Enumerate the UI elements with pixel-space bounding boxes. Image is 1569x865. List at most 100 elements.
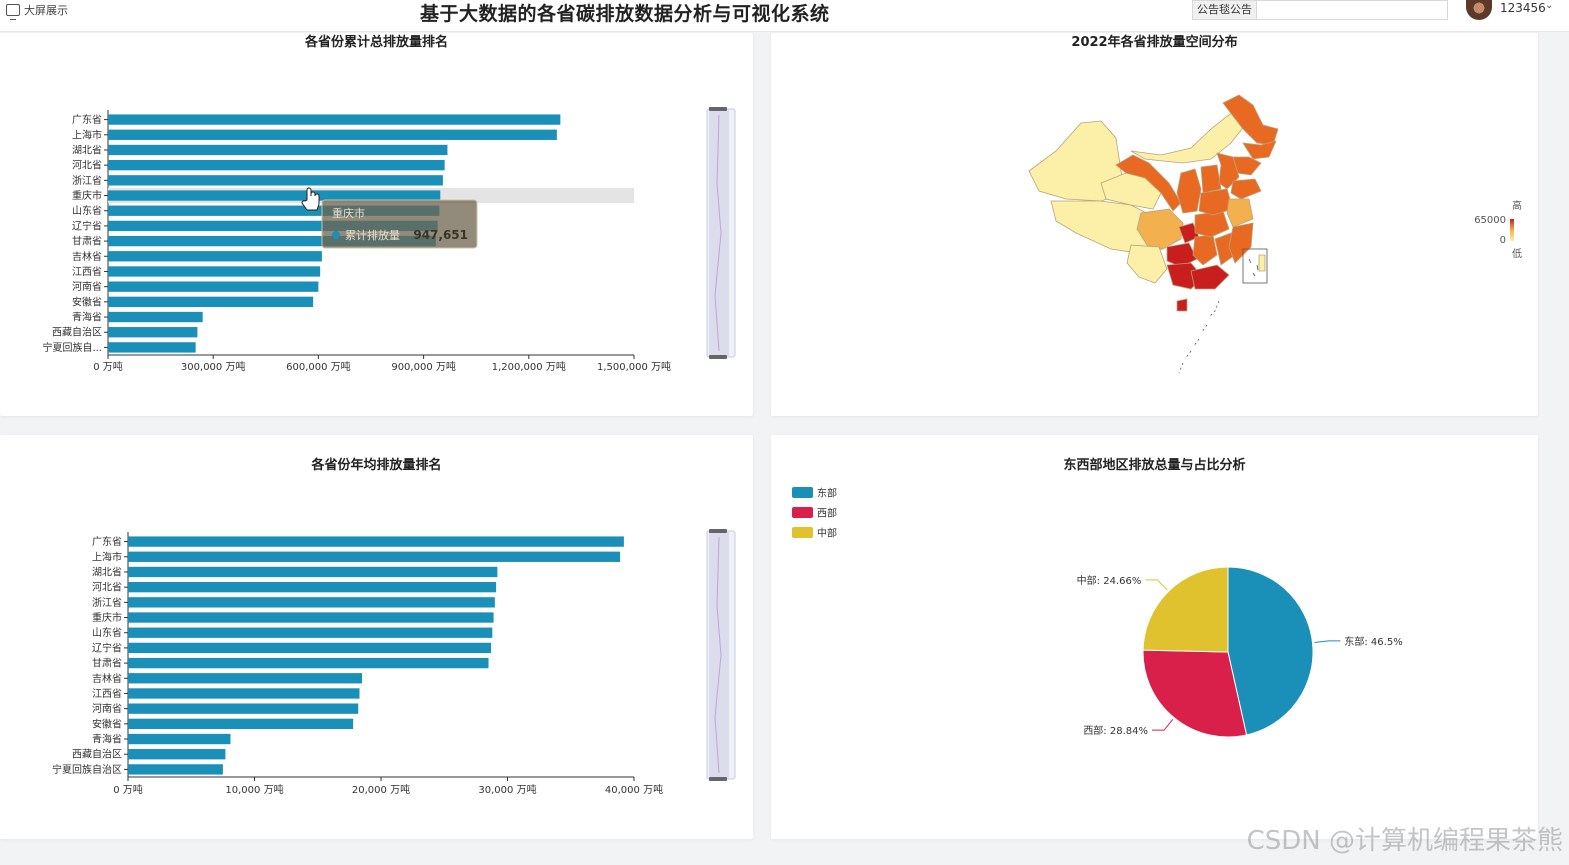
bar[interactable]: [128, 551, 621, 562]
datazoom-selection[interactable]: [709, 109, 729, 357]
region-hunan: [1192, 234, 1218, 266]
y-tick-label: 河北省: [92, 581, 122, 594]
bar[interactable]: [108, 266, 321, 277]
legend-max-label: 65000: [1474, 215, 1506, 226]
bar[interactable]: [108, 144, 448, 156]
bar[interactable]: [128, 688, 360, 699]
y-tick-label: 甘肃省: [92, 657, 122, 670]
y-tick-label: 湖北省: [72, 143, 102, 156]
notice-bar[interactable]: 公告毯公告: [1192, 0, 1448, 20]
y-tick-label: 青海省: [92, 733, 122, 746]
bar[interactable]: [108, 175, 443, 186]
x-tick-label: 30,000 万吨: [478, 783, 536, 796]
bar[interactable]: [108, 129, 557, 140]
bar[interactable]: [108, 281, 319, 292]
y-tick-label: 安徽省: [72, 295, 102, 308]
datazoom-handle-bottom[interactable]: [709, 777, 727, 781]
legend-label[interactable]: 西部: [817, 507, 837, 520]
app-title: 基于大数据的各省碳排放数据分析与可视化系统: [420, 3, 830, 25]
legend-label[interactable]: 中部: [817, 527, 837, 540]
avatar[interactable]: [1466, 0, 1492, 20]
bar[interactable]: [128, 597, 495, 608]
y-tick-label: 重庆市: [72, 189, 102, 202]
bar[interactable]: [128, 733, 231, 745]
bar[interactable]: [108, 114, 561, 125]
tooltip: 重庆市累计排放量 947,651: [321, 199, 478, 249]
legend-gradient-bar[interactable]: [1510, 219, 1514, 241]
bar[interactable]: [128, 581, 497, 593]
y-tick-label: 河南省: [92, 702, 122, 715]
visual-map-legend[interactable]: 高 65000 0 低: [1474, 199, 1522, 260]
tooltip-marker: [332, 231, 340, 239]
chevron-down-icon[interactable]: ⌄: [1545, 0, 1553, 11]
datazoom-handle-top[interactable]: [709, 107, 727, 111]
pie-label: 东部: 46.5%: [1344, 635, 1402, 648]
watermark: CSDN @计算机编程果茶熊: [1246, 826, 1563, 856]
x-tick-label: 0 万吨: [113, 783, 143, 796]
pie-slice[interactable]: [1142, 649, 1248, 738]
x-tick-label: 1,500,000 万吨: [597, 360, 671, 373]
bar[interactable]: [108, 311, 203, 323]
y-tick-label: 河南省: [72, 280, 102, 293]
bar[interactable]: [128, 566, 498, 578]
bar[interactable]: [108, 327, 198, 338]
x-tick-label: 0 万吨: [93, 360, 123, 373]
x-tick-label: 10,000 万吨: [225, 783, 283, 796]
y-tick-label: 山东省: [72, 204, 102, 217]
bar[interactable]: [128, 612, 494, 623]
bar[interactable]: [128, 627, 493, 638]
legend-high-label: 高: [1512, 199, 1522, 212]
pie-label-line: [1314, 640, 1341, 643]
bar[interactable]: [128, 749, 226, 760]
bar[interactable]: [108, 296, 314, 308]
bar[interactable]: [108, 342, 196, 353]
bar[interactable]: [108, 251, 322, 262]
region-jiangsu-anhui: [1226, 198, 1254, 228]
annual-ranking-panel: 各省份年均排放量排名 广东省 上海市 湖北省 河北省 浙江省 重庆市 山东省 辽宁省 甘肃省 吉林…: [0, 435, 753, 839]
bar[interactable]: [128, 536, 624, 547]
bar[interactable]: [128, 673, 363, 684]
region-pie-chart: 东部: 46.5% 西部: 28.84% 中部: 24.66% 东部西部中部: [792, 487, 1403, 738]
region-shandong: [1230, 178, 1262, 200]
x-tick-label: 20,000 万吨: [352, 783, 410, 796]
y-tick-label: 吉林省: [92, 672, 122, 685]
pie-label-line: [1152, 718, 1174, 731]
region-shanxi: [1200, 164, 1222, 194]
legend-low-label: 低: [1512, 247, 1522, 260]
bar[interactable]: [128, 703, 359, 714]
y-tick-label: 湖北省: [92, 565, 122, 578]
y-tick-label: 浙江省: [92, 596, 122, 609]
bar[interactable]: [128, 764, 223, 775]
region-share-panel: 东西部地区排放总量与占比分析 东部: 46.5% 西部: 28.84% 中部: 24…: [771, 435, 1538, 839]
username[interactable]: 123456: [1500, 1, 1546, 15]
bar[interactable]: [108, 159, 445, 171]
notice-label: 公告毯公告: [1193, 1, 1257, 19]
legend-label[interactable]: 东部: [817, 487, 837, 500]
region-guangdong: [1190, 264, 1230, 290]
y-tick-label: 重庆市: [92, 611, 122, 624]
map-regions[interactable]: [1028, 94, 1279, 312]
big-screen-button[interactable]: 大屏展示: [6, 2, 68, 20]
y-tick-label: 浙江省: [72, 174, 102, 187]
pie-label: 西部: 28.84%: [1083, 724, 1148, 737]
x-tick-label: 900,000 万吨: [391, 360, 456, 373]
monitor-icon: [6, 4, 20, 20]
region-yunnan: [1126, 244, 1168, 284]
y-tick-label: 辽宁省: [72, 219, 102, 232]
y-tick-label: 山东省: [92, 626, 122, 639]
datazoom-handle-top[interactable]: [709, 529, 727, 533]
legend-swatch[interactable]: [792, 487, 813, 498]
bar[interactable]: [128, 642, 492, 654]
datazoom-handle-bottom[interactable]: [709, 355, 727, 359]
china-map[interactable]: 高 65000 0 低: [771, 33, 1538, 416]
region-zhejiang-fujian: [1228, 222, 1254, 264]
x-tick-label: 40,000 万吨: [605, 783, 663, 796]
legend-swatch[interactable]: [792, 527, 813, 538]
bar[interactable]: [108, 190, 441, 201]
bar[interactable]: [128, 718, 354, 730]
y-tick-label: 广东省: [92, 535, 122, 548]
datazoom-selection[interactable]: [709, 531, 729, 779]
y-tick-label: 上海市: [92, 550, 122, 563]
bar[interactable]: [128, 657, 489, 669]
legend-swatch[interactable]: [792, 507, 813, 518]
